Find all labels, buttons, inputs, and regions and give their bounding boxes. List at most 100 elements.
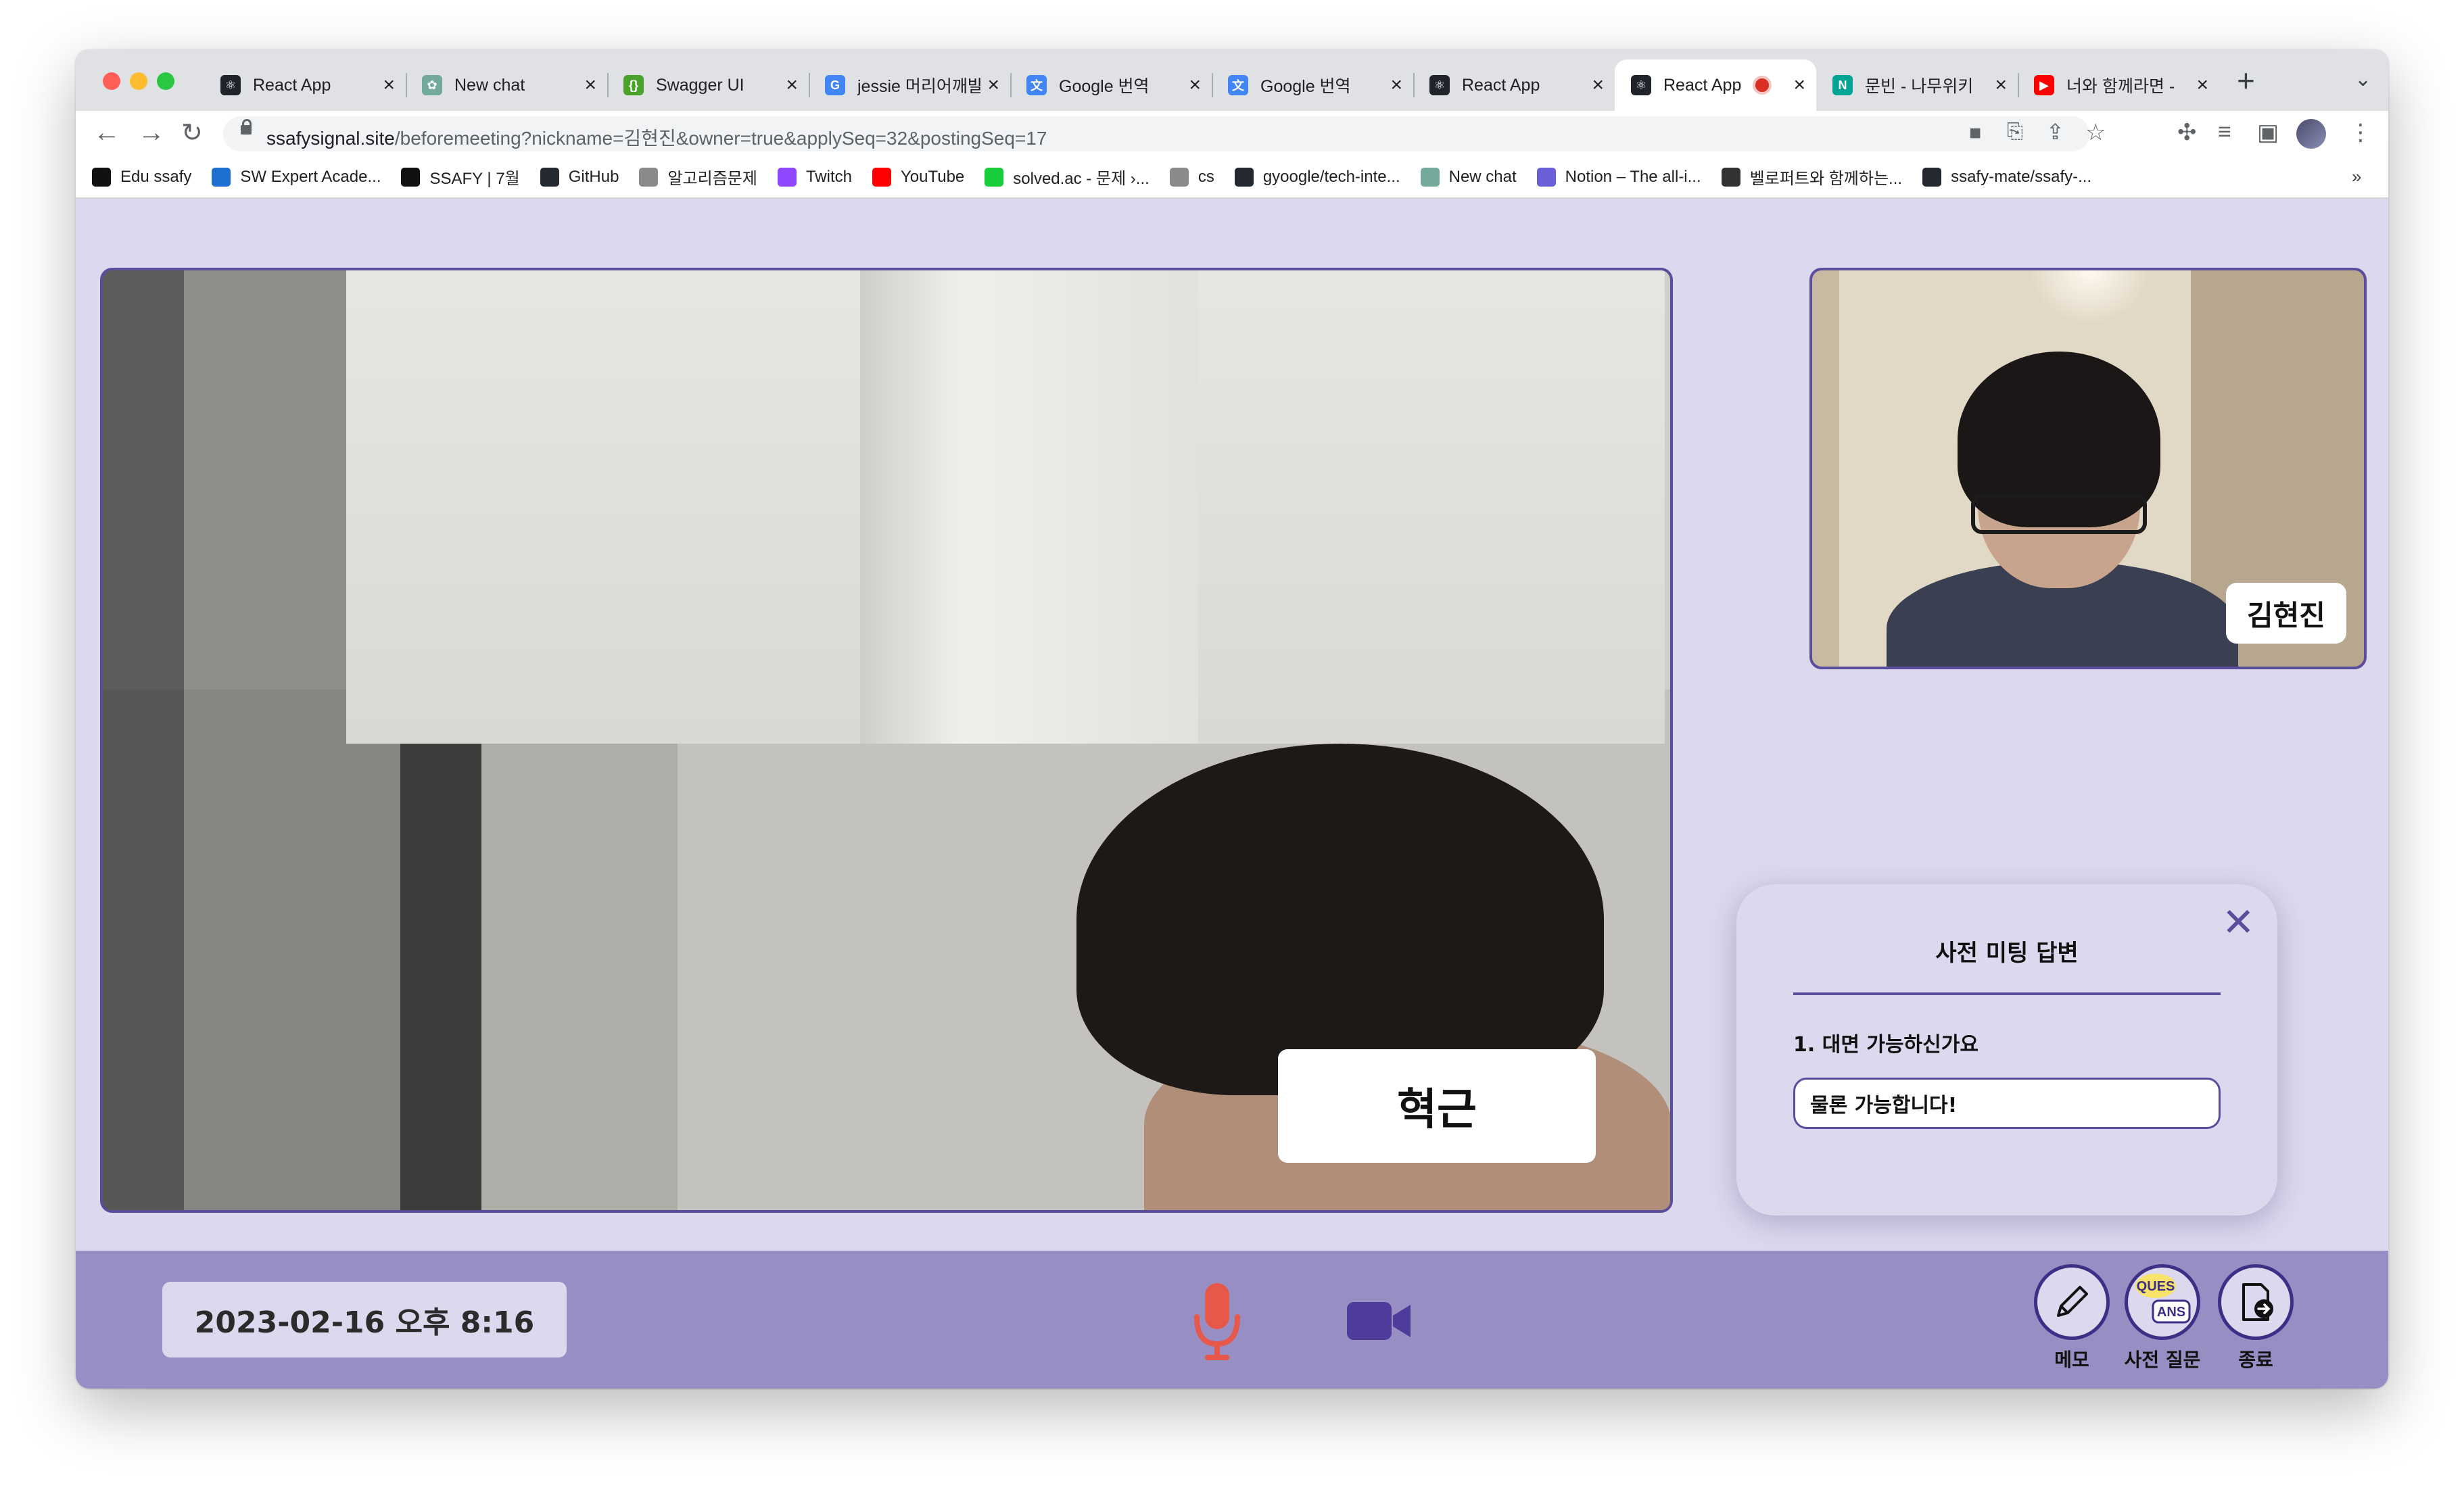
bookmark-item[interactable]: Edu ssafy [92, 165, 191, 189]
camera-in-use-icon[interactable]: ■ [1969, 122, 1981, 145]
bookmark-icon [1721, 167, 1740, 187]
bookmark-icon [212, 167, 231, 187]
tab-close-icon[interactable]: × [786, 74, 798, 97]
bookmark-item[interactable]: Notion – The all-i... [1536, 165, 1701, 189]
tab-title: Swagger UI [656, 75, 744, 95]
translate-icon: 文 [1026, 75, 1047, 95]
chatgpt-icon: ✿ [422, 75, 442, 95]
bookmark-item[interactable]: gyoogle/tech-inte... [1234, 165, 1400, 189]
memo-button[interactable] [2034, 1264, 2110, 1340]
bookmark-label: Twitch [805, 167, 852, 186]
tab-close-icon[interactable]: × [1592, 74, 1604, 97]
bookmark-item[interactable]: 알고리즘문제 [639, 165, 757, 189]
namuwiki-icon: N [1832, 75, 1853, 95]
browser-tab[interactable]: ⚛ React App × [1413, 59, 1615, 111]
bookmark-item[interactable]: New chat [1420, 165, 1517, 189]
bookmark-label: New chat [1448, 167, 1517, 186]
profile-avatar[interactable] [2296, 119, 2326, 149]
bookmark-item[interactable]: solved.ac - 문제 ›... [985, 165, 1150, 189]
bookmark-item[interactable]: SW Expert Acade... [212, 165, 381, 189]
browser-tab[interactable]: N 문빈 - 나무위키 × [1816, 59, 2018, 111]
browser-tab[interactable]: ⚛ React App × [204, 59, 406, 111]
panel-title: 사전 미팅 답변 [1935, 940, 2079, 967]
bookmark-item[interactable]: SSAFY | 7월 [401, 165, 520, 189]
answer-field[interactable]: 물론 가능합니다! [1793, 1078, 2221, 1129]
camera-toggle[interactable] [1346, 1295, 1413, 1347]
bookmark-label: Notion – The all-i... [1565, 167, 1701, 186]
tab-close-icon[interactable]: × [2196, 74, 2208, 97]
tab-title: React App [1462, 75, 1540, 95]
exit-button[interactable] [2218, 1264, 2294, 1340]
tab-close-icon[interactable]: × [1995, 74, 2007, 97]
bookmark-list: Edu ssafy SW Expert Acade... SSAFY | 7월 Git… [92, 165, 2091, 189]
bookmark-item[interactable]: cs [1169, 165, 1214, 189]
zoom-window-button[interactable] [157, 72, 174, 90]
back-button[interactable]: ← [93, 118, 120, 148]
video-person-glasses [1971, 494, 2147, 534]
browser-tab[interactable]: ⚛ React App × [1615, 59, 1816, 111]
bookmark-item[interactable]: 벨로퍼트와 함께하는... [1721, 165, 1902, 189]
address-bar[interactable]: ssafysignal.site/beforemeeting?nickname=… [223, 116, 2106, 151]
tab-close-icon[interactable]: × [1390, 74, 1402, 97]
remote-name-tag: 혁근 [1278, 1049, 1596, 1163]
local-video: 김현진 [1809, 268, 2367, 669]
tab-close-icon[interactable]: × [383, 74, 395, 97]
tab-close-icon[interactable]: × [987, 74, 999, 97]
pre-meeting-answer-panel: ✕ 사전 미팅 답변 1. 대면 가능하신가요 물론 가능합니다! [1736, 884, 2277, 1216]
browser-tab[interactable]: ✿ New chat × [406, 59, 607, 111]
bookmark-label: solved.ac - 문제 ›... [1013, 170, 1150, 188]
reload-button[interactable]: ↻ [181, 118, 203, 148]
video-beam [860, 270, 1198, 744]
tab-close-icon[interactable]: × [1793, 74, 1805, 97]
reading-list-icon[interactable]: ≡ [2218, 119, 2231, 145]
exit-door-icon [2242, 1283, 2273, 1321]
tab-close-icon[interactable]: × [584, 74, 596, 97]
bookmark-item[interactable]: GitHub [540, 165, 619, 189]
bookmark-item[interactable]: YouTube [872, 165, 964, 189]
bookmark-star-icon[interactable]: ☆ [2085, 119, 2106, 146]
tab-title: React App [253, 75, 331, 95]
translate-icon[interactable]: ⎘ [2007, 120, 2023, 143]
meeting-page: 혁근 김현진 ✕ 사전 미팅 답변 1. 대면 가능하신가요 물론 가능합니다!… [76, 199, 2388, 1389]
pre-questions-button[interactable]: QUES ANS [2125, 1264, 2200, 1340]
bookmark-label: YouTube [900, 167, 965, 186]
browser-tab[interactable]: 文 Google 번역 × [1212, 59, 1413, 111]
ques-text: QUES [2137, 1279, 2175, 1294]
more-bookmarks-button[interactable]: » [2352, 166, 2361, 187]
bookmark-item[interactable]: ssafy-mate/ssafy-... [1922, 165, 2091, 189]
browser-tab[interactable]: {} Swagger UI × [607, 59, 809, 111]
remote-video: 혁근 [100, 268, 1673, 1213]
bookmark-icon [1420, 167, 1440, 187]
lock-icon[interactable] [241, 119, 252, 135]
minimize-window-button[interactable] [130, 72, 147, 90]
google-icon: G [825, 75, 845, 95]
menu-kebab-icon[interactable]: ⋮ [2349, 119, 2372, 146]
exit-label: 종료 [2238, 1349, 2273, 1371]
bookmark-item[interactable]: Twitch [777, 165, 852, 189]
youtube-icon: ▶ [2034, 75, 2054, 95]
browser-tab[interactable]: 文 Google 번역 × [1010, 59, 1212, 111]
browser-tab[interactable]: Gjessie 머리어깨발 × [809, 59, 1010, 111]
tab-search-chevron-icon[interactable]: ⌄ [2354, 68, 2371, 91]
close-window-button[interactable] [103, 72, 120, 90]
new-tab-button[interactable]: + [2237, 62, 2255, 99]
bookmark-label: SW Expert Acade... [240, 167, 381, 186]
bookmark-icon [1536, 167, 1556, 187]
browser-toolbar: ← → ↻ ssafysignal.site/beforemeeting?nic… [76, 111, 2388, 157]
bookmark-icon [401, 167, 421, 187]
side-panel-icon[interactable]: ▣ [2257, 119, 2279, 146]
tab-list: ⚛ React App × ✿ New chat ×{} Swagger UI × Gjessi… [204, 59, 2219, 111]
microphone-toggle[interactable] [1190, 1282, 1244, 1363]
url-text[interactable]: ssafysignal.site/beforemeeting?nickname=… [266, 124, 1047, 151]
pre-questions-label: 사전 질문 [2124, 1349, 2201, 1371]
browser-window: ⚛ React App × ✿ New chat ×{} Swagger UI × Gjessi… [76, 50, 2388, 1389]
browser-tab[interactable]: ▶ 너와 함께라면 - × [2018, 59, 2219, 111]
share-icon[interactable]: ⇪ [2046, 119, 2064, 145]
bookmark-icon [777, 167, 797, 187]
extensions-icon[interactable]: ✣ [2177, 119, 2197, 146]
bookmark-icon [92, 167, 111, 187]
tab-close-icon[interactable]: × [1189, 74, 1201, 97]
react-icon: ⚛ [1631, 75, 1651, 95]
forward-button[interactable]: → [138, 118, 165, 148]
question-label: 1. 대면 가능하신가요 [1793, 1033, 1979, 1057]
